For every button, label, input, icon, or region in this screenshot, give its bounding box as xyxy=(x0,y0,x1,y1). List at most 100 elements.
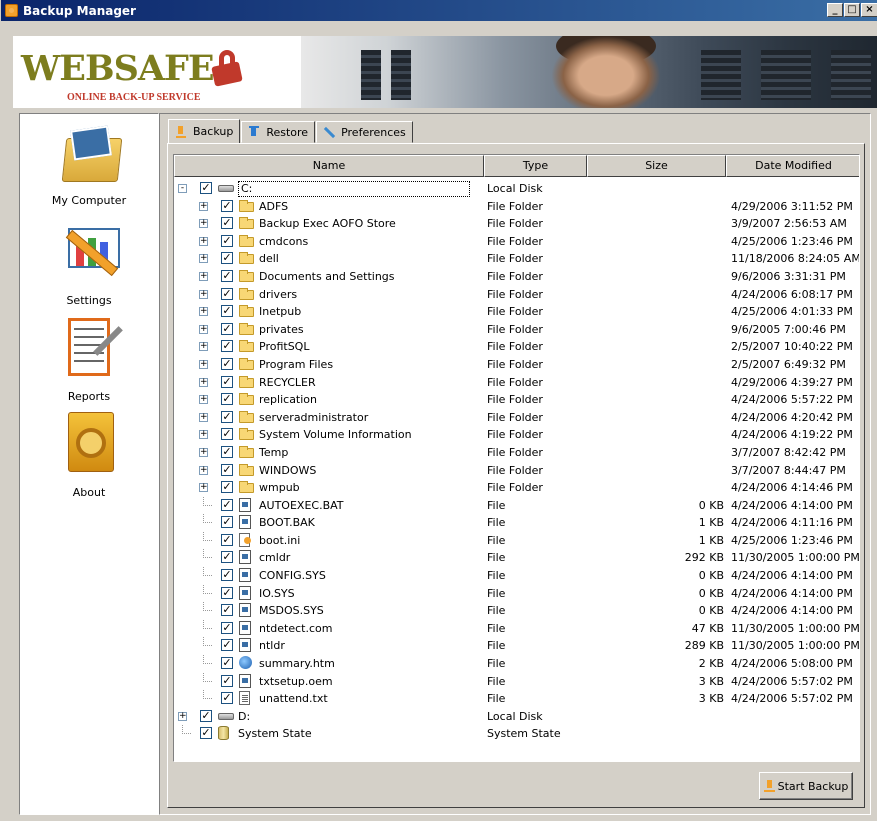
column-header-size[interactable]: Size xyxy=(587,155,726,177)
item-checkbox[interactable]: ✓ xyxy=(200,182,212,194)
sidebar-item-about[interactable]: About xyxy=(20,410,158,499)
tree-row[interactable]: + ✓ D: Local Disk xyxy=(174,708,859,726)
item-checkbox[interactable]: ✓ xyxy=(221,604,233,617)
item-checkbox[interactable]: ✓ xyxy=(221,322,233,335)
item-checkbox[interactable]: ✓ xyxy=(221,551,233,564)
title-bar[interactable]: Backup Manager _ □ × xyxy=(1,0,877,21)
column-header-name[interactable]: Name xyxy=(174,155,484,177)
item-checkbox[interactable]: ✓ xyxy=(221,569,233,582)
tree-row[interactable]: ✓ summary.htm File 2 KB 4/24/2006 5:08:00 PM xyxy=(174,655,859,673)
expand-icon[interactable]: + xyxy=(199,430,208,440)
tree-row[interactable]: + ✓ System Volume Information File Folder 4/… xyxy=(174,426,859,444)
expand-icon[interactable]: + xyxy=(199,342,208,352)
item-checkbox[interactable]: ✓ xyxy=(221,463,233,476)
tree-row[interactable]: ✓ AUTOEXEC.BAT File 0 KB 4/24/2006 4:14:00 P… xyxy=(174,496,859,515)
tree-row[interactable]: + ✓ cmdcons File Folder 4/25/2006 1:23:46 PM xyxy=(174,233,859,251)
item-checkbox[interactable]: ✓ xyxy=(221,498,233,511)
column-header-type[interactable]: Type xyxy=(484,155,587,177)
item-checkbox[interactable]: ✓ xyxy=(221,252,233,265)
tree-row[interactable]: ✓ IO.SYS File 0 KB 4/24/2006 4:14:00 PM xyxy=(174,584,859,603)
expand-icon[interactable]: + xyxy=(199,395,208,405)
close-button[interactable]: × xyxy=(861,3,877,17)
tree-row[interactable]: + ✓ dell File Folder 11/18/2006 8:24:05 AM xyxy=(174,250,859,268)
item-checkbox[interactable]: ✓ xyxy=(221,375,233,388)
expand-icon[interactable]: + xyxy=(199,377,208,387)
item-checkbox[interactable]: ✓ xyxy=(221,621,233,634)
item-checkbox[interactable]: ✓ xyxy=(221,428,233,441)
item-checkbox[interactable]: ✓ xyxy=(221,692,233,705)
tree-row[interactable]: ✓ ntldr File 289 KB 11/30/2005 1:00:00 PM xyxy=(174,637,859,655)
expand-icon[interactable]: + xyxy=(199,483,208,493)
expand-icon[interactable]: + xyxy=(199,236,208,246)
item-checkbox[interactable]: ✓ xyxy=(200,727,212,740)
expand-icon[interactable]: + xyxy=(199,412,208,422)
tree-row[interactable]: ✓ txtsetup.oem File 3 KB 4/24/2006 5:57:02 P… xyxy=(174,672,859,691)
tree-row[interactable]: ✓ ntdetect.com File 47 KB 11/30/2005 1:00:00… xyxy=(174,619,859,638)
expand-icon[interactable]: + xyxy=(199,465,208,475)
tree-row[interactable]: + ✓ privates File Folder 9/6/2005 7:00:46 PM xyxy=(174,321,859,339)
item-checkbox[interactable]: ✓ xyxy=(221,516,233,529)
tree-row[interactable]: + ✓ ProfitSQL File Folder 2/5/2007 10:40:22 … xyxy=(174,338,859,356)
tree-row[interactable]: + ✓ RECYCLER File Folder 4/29/2006 4:39:27 P… xyxy=(174,374,859,392)
sidebar-item-my-computer[interactable]: My Computer xyxy=(20,118,158,207)
tab-restore[interactable]: Restore xyxy=(241,121,316,143)
item-checkbox[interactable]: ✓ xyxy=(221,217,233,230)
expand-icon[interactable]: + xyxy=(199,201,208,211)
expand-icon[interactable]: + xyxy=(199,307,208,317)
expand-icon[interactable]: + xyxy=(199,447,208,457)
start-backup-button[interactable]: Start Backup xyxy=(759,772,853,800)
item-checkbox[interactable]: ✓ xyxy=(221,269,233,282)
tree-row[interactable]: ✓ CONFIG.SYS File 0 KB 4/24/2006 4:14:00 PM xyxy=(174,567,859,585)
tree-row[interactable]: + ✓ Temp File Folder 3/7/2007 8:42:42 PM xyxy=(174,444,859,462)
item-checkbox[interactable]: ✓ xyxy=(221,340,233,353)
item-checkbox[interactable]: ✓ xyxy=(221,357,233,370)
tree-row[interactable]: + ✓ Inetpub File Folder 4/25/2006 4:01:33 PM xyxy=(174,303,859,321)
tree-row[interactable]: + ✓ replication File Folder 4/24/2006 5:57:2… xyxy=(174,391,859,409)
tree-row[interactable]: + ✓ WINDOWS File Folder 3/7/2007 8:44:47 PM xyxy=(174,462,859,480)
expand-icon[interactable]: + xyxy=(199,289,208,299)
tree-row[interactable]: + ✓ Program Files File Folder 2/5/2007 6:49:… xyxy=(174,356,859,374)
item-checkbox[interactable]: ✓ xyxy=(221,674,233,687)
tree-row[interactable]: ✓ boot.ini File 1 KB 4/25/2006 1:23:46 PM xyxy=(174,531,859,550)
file-tree-list[interactable]: Name Type Size Date Modified - ✓ C: Local D… xyxy=(173,154,860,762)
sidebar-item-reports[interactable]: Reports xyxy=(20,314,158,403)
item-checkbox[interactable]: ✓ xyxy=(221,305,233,318)
collapse-icon[interactable]: - xyxy=(178,184,187,193)
minimize-button[interactable]: _ xyxy=(827,3,843,17)
item-checkbox[interactable]: ✓ xyxy=(221,481,233,494)
tree-row[interactable]: ✓ BOOT.BAK File 1 KB 4/24/2006 4:11:16 PM xyxy=(174,514,859,532)
expand-icon[interactable]: + xyxy=(199,271,208,281)
tree-row[interactable]: ✓ cmldr File 292 KB 11/30/2005 1:00:00 PM xyxy=(174,549,859,567)
maximize-button[interactable]: □ xyxy=(844,3,860,17)
item-checkbox[interactable]: ✓ xyxy=(221,445,233,458)
tab-backup[interactable]: Backup xyxy=(168,119,241,143)
tree-row[interactable]: ✓ System State System State xyxy=(174,725,859,743)
item-checkbox[interactable]: ✓ xyxy=(221,533,233,546)
tree-row[interactable]: + ✓ serveradministrator File Folder 4/24/200… xyxy=(174,409,859,427)
item-checkbox[interactable]: ✓ xyxy=(221,410,233,423)
item-checkbox[interactable]: ✓ xyxy=(221,657,233,670)
tree-row[interactable]: - ✓ C: Local Disk xyxy=(174,180,859,198)
item-checkbox[interactable]: ✓ xyxy=(221,393,233,406)
expand-icon[interactable]: + xyxy=(199,254,208,264)
item-checkbox[interactable]: ✓ xyxy=(200,709,212,722)
sidebar-item-settings[interactable]: Settings xyxy=(20,218,158,307)
tree-row[interactable]: + ✓ wmpub File Folder 4/24/2006 4:14:46 PM xyxy=(174,479,859,497)
item-checkbox[interactable]: ✓ xyxy=(221,199,233,212)
expand-icon[interactable]: + xyxy=(199,219,208,229)
tab-preferences[interactable]: Preferences xyxy=(316,121,413,143)
item-checkbox[interactable]: ✓ xyxy=(221,639,233,652)
item-checkbox[interactable]: ✓ xyxy=(221,234,233,247)
expand-icon[interactable]: + xyxy=(178,711,187,721)
tree-row[interactable]: + ✓ Backup Exec AOFO Store File Folder 3/9/2… xyxy=(174,215,859,233)
tree-row[interactable]: ✓ unattend.txt File 3 KB 4/24/2006 5:57:02 P… xyxy=(174,690,859,708)
expand-icon[interactable]: + xyxy=(199,359,208,369)
tree-row[interactable]: + ✓ ADFS File Folder 4/29/2006 3:11:52 PM xyxy=(174,198,859,216)
tree-row[interactable]: + ✓ drivers File Folder 4/24/2006 6:08:17 PM xyxy=(174,286,859,304)
tree-row[interactable]: + ✓ Documents and Settings File Folder 9/6/2… xyxy=(174,268,859,286)
item-checkbox[interactable]: ✓ xyxy=(221,586,233,599)
item-checkbox[interactable]: ✓ xyxy=(221,287,233,300)
tree-row[interactable]: ✓ MSDOS.SYS File 0 KB 4/24/2006 4:14:00 PM xyxy=(174,602,859,620)
column-header-date-modified[interactable]: Date Modified xyxy=(726,155,859,177)
expand-icon[interactable]: + xyxy=(199,324,208,334)
